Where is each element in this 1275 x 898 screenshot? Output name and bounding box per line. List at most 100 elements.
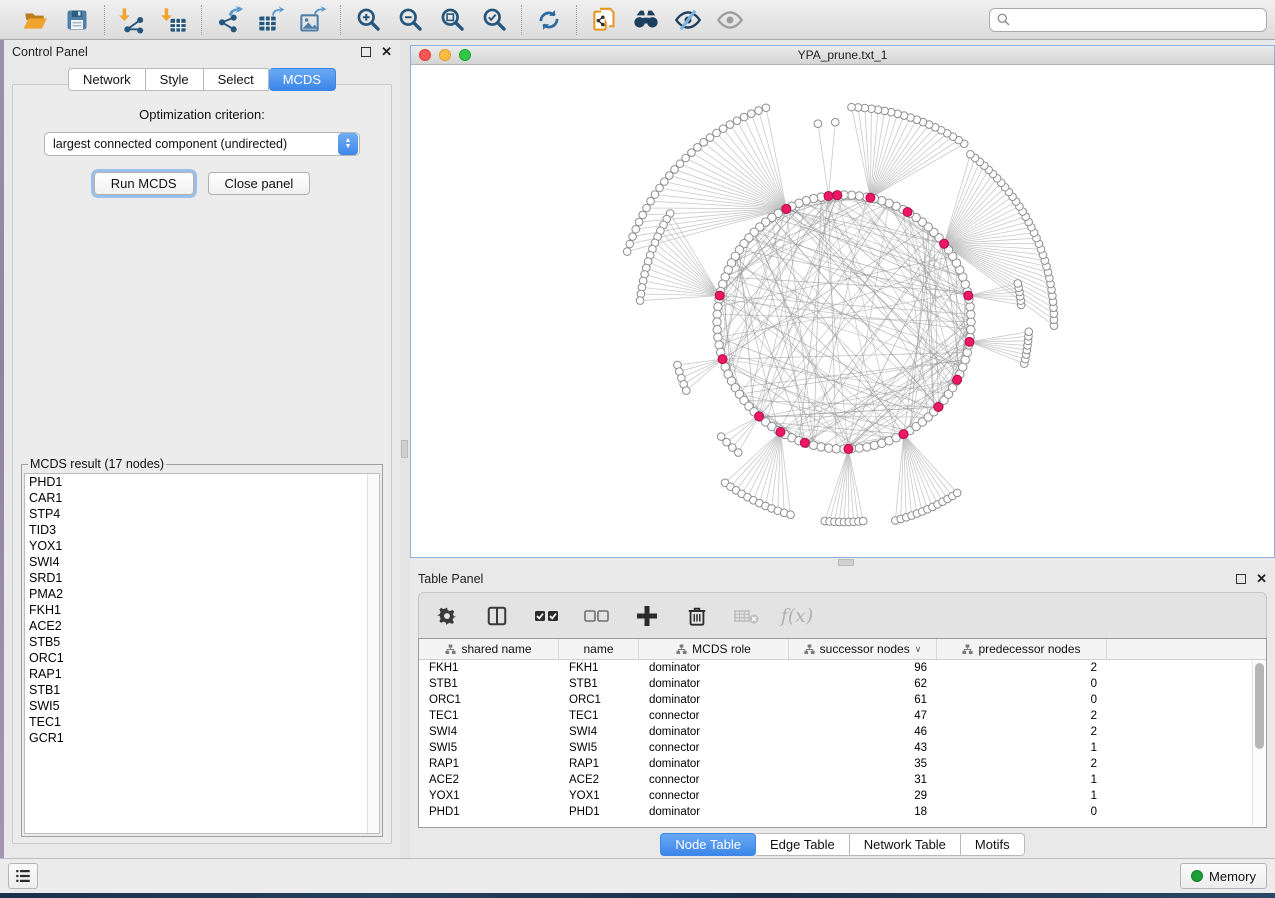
select-all-button[interactable] <box>533 602 561 630</box>
mcds-hub-node[interactable] <box>776 427 785 436</box>
network-titlebar[interactable]: YPA_prune.txt_1 <box>411 46 1274 65</box>
zoom-out-button[interactable] <box>393 4 427 36</box>
horizontal-splitter[interactable] <box>410 558 1275 568</box>
column-header-MCDS-role[interactable]: MCDS role <box>639 639 789 659</box>
float-panel-icon[interactable] <box>361 47 371 57</box>
window-maximize-icon[interactable] <box>459 49 471 61</box>
table-row[interactable]: ACE2ACE2connector311 <box>419 772 1266 788</box>
refresh-view-button[interactable] <box>532 4 566 36</box>
save-session-button[interactable] <box>60 4 94 36</box>
table-row[interactable]: STB1STB1dominator620 <box>419 676 1266 692</box>
mcds-hub-node[interactable] <box>833 191 842 200</box>
destroy-table-button[interactable] <box>733 602 761 630</box>
deselect-all-button[interactable] <box>583 602 611 630</box>
clone-network-button[interactable] <box>587 4 621 36</box>
mcds-result-item[interactable]: ORC1 <box>25 650 379 666</box>
window-close-icon[interactable] <box>419 49 431 61</box>
mcds-result-item[interactable]: GCR1 <box>25 730 379 746</box>
footer-tab-network-table[interactable]: Network Table <box>850 833 961 856</box>
table-row[interactable]: TEC1TEC1connector472 <box>419 708 1266 724</box>
mcds-result-item[interactable]: ACE2 <box>25 618 379 634</box>
tab-network[interactable]: Network <box>68 68 146 91</box>
zoom-selected-button[interactable] <box>477 4 511 36</box>
zoom-fit-button[interactable] <box>435 4 469 36</box>
mcds-hub-node[interactable] <box>964 291 973 300</box>
result-list-scrollbar[interactable] <box>367 474 379 833</box>
mcds-result-item[interactable]: STB1 <box>25 682 379 698</box>
column-header-name[interactable]: name <box>559 639 639 659</box>
table-row[interactable]: SWI4SWI4dominator462 <box>419 724 1266 740</box>
vertical-splitter[interactable] <box>400 40 410 858</box>
mcds-hub-node[interactable] <box>965 337 974 346</box>
mcds-result-item[interactable]: PHD1 <box>25 474 379 490</box>
mcds-hub-node[interactable] <box>953 375 962 384</box>
column-header-shared-name[interactable]: shared name <box>419 639 559 659</box>
close-panel-button[interactable]: Close panel <box>208 172 311 195</box>
add-column-button[interactable] <box>633 602 661 630</box>
mcds-hub-node[interactable] <box>755 412 764 421</box>
tab-select[interactable]: Select <box>204 68 269 91</box>
run-mcds-button[interactable]: Run MCDS <box>94 172 194 195</box>
export-table-button[interactable] <box>254 4 288 36</box>
close-panel-icon[interactable]: ✕ <box>381 47 392 57</box>
mcds-result-item[interactable]: STP4 <box>25 506 379 522</box>
footer-tab-edge-table[interactable]: Edge Table <box>756 833 850 856</box>
mcds-result-item[interactable]: TEC1 <box>25 714 379 730</box>
tab-style[interactable]: Style <box>146 68 204 91</box>
mcds-result-item[interactable]: SRD1 <box>25 570 379 586</box>
open-file-button[interactable] <box>18 4 52 36</box>
mcds-result-item[interactable]: SWI5 <box>25 698 379 714</box>
delete-column-button[interactable] <box>683 602 711 630</box>
table-scrollbar[interactable] <box>1252 661 1265 826</box>
criterion-dropdown[interactable]: largest connected component (undirected)… <box>44 132 360 156</box>
mcds-hub-node[interactable] <box>844 444 853 453</box>
search-input[interactable] <box>1015 13 1260 27</box>
table-row[interactable]: ORC1ORC1dominator610 <box>419 692 1266 708</box>
show-all-button[interactable] <box>713 4 747 36</box>
close-panel-icon[interactable]: ✕ <box>1256 574 1267 584</box>
mcds-result-item[interactable]: FKH1 <box>25 602 379 618</box>
scrollbar-thumb[interactable] <box>1255 663 1264 749</box>
network-graph[interactable] <box>411 65 1274 557</box>
mcds-result-item[interactable]: TID3 <box>25 522 379 538</box>
split-panel-button[interactable] <box>483 602 511 630</box>
mcds-result-item[interactable]: SWI4 <box>25 554 379 570</box>
search-objects-button[interactable] <box>629 4 663 36</box>
memory-button[interactable]: Memory <box>1180 863 1267 889</box>
tab-mcds[interactable]: MCDS <box>269 68 336 91</box>
mcds-hub-node[interactable] <box>715 291 724 300</box>
footer-tab-motifs[interactable]: Motifs <box>961 833 1025 856</box>
network-canvas[interactable] <box>411 65 1274 557</box>
table-row[interactable]: YOX1YOX1connector291 <box>419 788 1266 804</box>
mcds-result-item[interactable]: YOX1 <box>25 538 379 554</box>
mcds-result-item[interactable]: STB5 <box>25 634 379 650</box>
export-network-button[interactable] <box>212 4 246 36</box>
function-builder-button[interactable]: f(x) <box>783 602 811 630</box>
mcds-result-item[interactable]: RAP1 <box>25 666 379 682</box>
export-image-button[interactable] <box>296 4 330 36</box>
splitter-grip[interactable] <box>838 559 854 566</box>
window-minimize-icon[interactable] <box>439 49 451 61</box>
mcds-result-item[interactable]: PMA2 <box>25 586 379 602</box>
table-row[interactable]: SWI5SWI5connector431 <box>419 740 1266 756</box>
task-history-button[interactable] <box>8 863 38 889</box>
mcds-hub-node[interactable] <box>940 239 949 248</box>
column-header-successor-nodes[interactable]: successor nodes∨ <box>789 639 937 659</box>
mcds-hub-node[interactable] <box>866 193 875 202</box>
import-table-button[interactable] <box>157 4 191 36</box>
mcds-hub-node[interactable] <box>824 191 833 200</box>
table-settings-button[interactable] <box>433 602 461 630</box>
mcds-hub-node[interactable] <box>782 204 791 213</box>
mcds-hub-node[interactable] <box>899 430 908 439</box>
table-row[interactable]: PHD1PHD1dominator180 <box>419 804 1266 820</box>
footer-tab-node-table[interactable]: Node Table <box>660 833 756 856</box>
splitter-grip[interactable] <box>401 440 408 458</box>
mcds-result-list[interactable]: PHD1CAR1STP4TID3YOX1SWI4SRD1PMA2FKH1ACE2… <box>24 473 380 834</box>
zoom-in-button[interactable] <box>351 4 385 36</box>
mcds-result-item[interactable]: CAR1 <box>25 490 379 506</box>
table-row[interactable]: FKH1FKH1dominator962 <box>419 660 1266 676</box>
table-row[interactable]: RAP1RAP1dominator352 <box>419 756 1266 772</box>
mcds-hub-node[interactable] <box>800 438 809 447</box>
import-network-button[interactable] <box>115 4 149 36</box>
mcds-hub-node[interactable] <box>934 402 943 411</box>
